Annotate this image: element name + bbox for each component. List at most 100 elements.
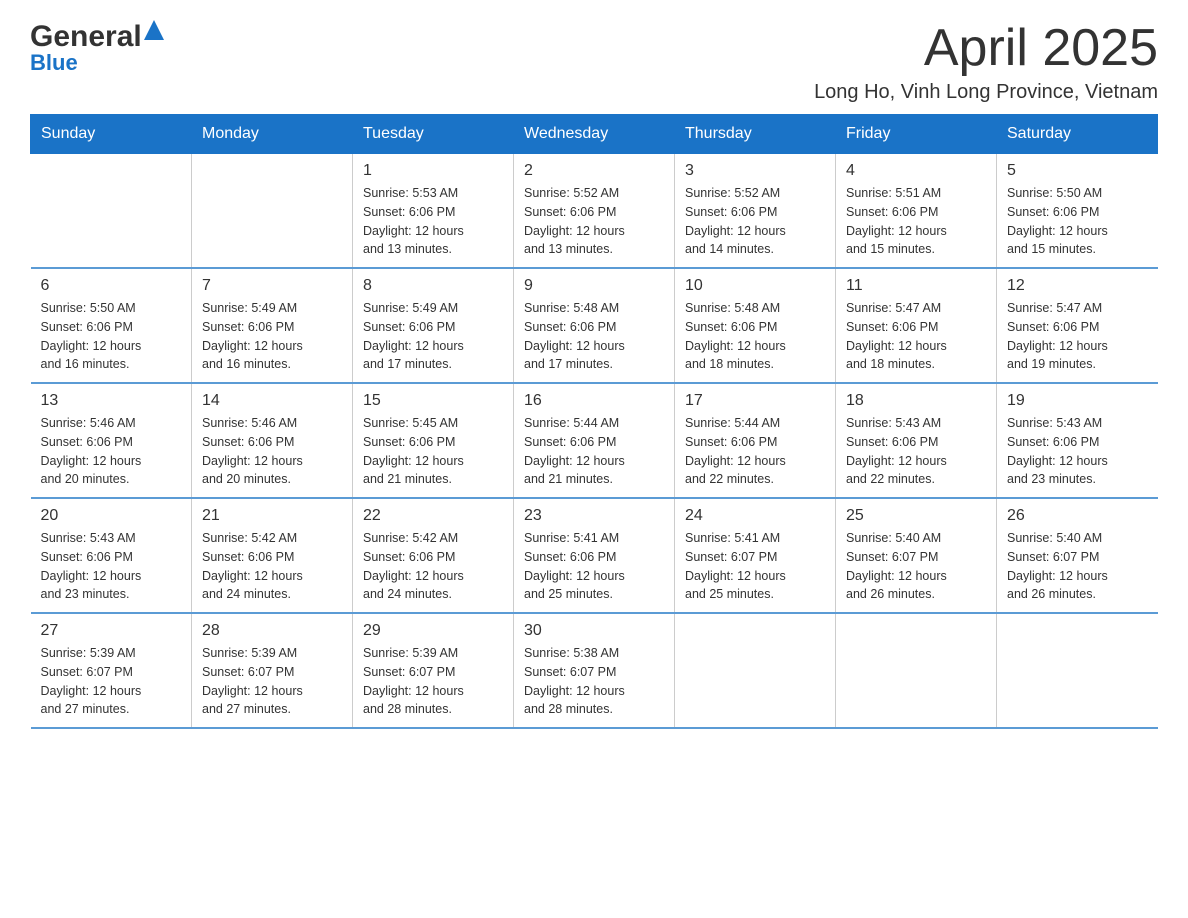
day-number: 7 bbox=[202, 277, 342, 295]
calendar-day-cell bbox=[997, 613, 1158, 728]
day-info: Sunrise: 5:39 AMSunset: 6:07 PMDaylight:… bbox=[41, 644, 182, 719]
calendar-table: Sunday Monday Tuesday Wednesday Thursday… bbox=[30, 114, 1158, 729]
day-info: Sunrise: 5:49 AMSunset: 6:06 PMDaylight:… bbox=[202, 299, 342, 374]
day-number: 19 bbox=[1007, 392, 1148, 410]
calendar-day-cell: 7 Sunrise: 5:49 AMSunset: 6:06 PMDaylight… bbox=[192, 268, 353, 383]
col-thursday: Thursday bbox=[675, 115, 836, 154]
calendar-week-row: 27 Sunrise: 5:39 AMSunset: 6:07 PMDayligh… bbox=[31, 613, 1158, 728]
day-info: Sunrise: 5:39 AMSunset: 6:07 PMDaylight:… bbox=[202, 644, 342, 719]
day-info: Sunrise: 5:44 AMSunset: 6:06 PMDaylight:… bbox=[685, 414, 825, 489]
calendar-day-cell: 4 Sunrise: 5:51 AMSunset: 6:06 PMDaylight… bbox=[836, 154, 997, 269]
day-info: Sunrise: 5:40 AMSunset: 6:07 PMDaylight:… bbox=[1007, 529, 1148, 604]
day-number: 4 bbox=[846, 162, 986, 180]
day-info: Sunrise: 5:50 AMSunset: 6:06 PMDaylight:… bbox=[41, 299, 182, 374]
calendar-day-cell bbox=[675, 613, 836, 728]
calendar-day-cell: 1 Sunrise: 5:53 AMSunset: 6:06 PMDaylight… bbox=[353, 154, 514, 269]
calendar-day-cell: 20 Sunrise: 5:43 AMSunset: 6:06 PMDayligh… bbox=[31, 498, 192, 613]
day-number: 20 bbox=[41, 507, 182, 525]
col-tuesday: Tuesday bbox=[353, 115, 514, 154]
day-number: 29 bbox=[363, 622, 503, 640]
calendar-day-cell bbox=[836, 613, 997, 728]
day-number: 30 bbox=[524, 622, 664, 640]
day-info: Sunrise: 5:41 AMSunset: 6:07 PMDaylight:… bbox=[685, 529, 825, 604]
day-info: Sunrise: 5:40 AMSunset: 6:07 PMDaylight:… bbox=[846, 529, 986, 604]
day-number: 27 bbox=[41, 622, 182, 640]
calendar-day-cell: 19 Sunrise: 5:43 AMSunset: 6:06 PMDayligh… bbox=[997, 383, 1158, 498]
calendar-day-cell: 28 Sunrise: 5:39 AMSunset: 6:07 PMDayligh… bbox=[192, 613, 353, 728]
calendar-day-cell: 21Sunrise: 5:42 AMSunset: 6:06 PMDayligh… bbox=[192, 498, 353, 613]
calendar-day-cell: 11Sunrise: 5:47 AMSunset: 6:06 PMDayligh… bbox=[836, 268, 997, 383]
calendar-day-cell: 17 Sunrise: 5:44 AMSunset: 6:06 PMDayligh… bbox=[675, 383, 836, 498]
calendar-day-cell: 12 Sunrise: 5:47 AMSunset: 6:06 PMDayligh… bbox=[997, 268, 1158, 383]
day-number: 14 bbox=[202, 392, 342, 410]
col-sunday: Sunday bbox=[31, 115, 192, 154]
col-friday: Friday bbox=[836, 115, 997, 154]
day-info: Sunrise: 5:42 AMSunset: 6:06 PMDaylight:… bbox=[202, 529, 342, 604]
col-wednesday: Wednesday bbox=[514, 115, 675, 154]
calendar-day-cell: 9 Sunrise: 5:48 AMSunset: 6:06 PMDaylight… bbox=[514, 268, 675, 383]
calendar-day-cell: 3Sunrise: 5:52 AMSunset: 6:06 PMDaylight… bbox=[675, 154, 836, 269]
calendar-day-cell: 24 Sunrise: 5:41 AMSunset: 6:07 PMDayligh… bbox=[675, 498, 836, 613]
calendar-day-cell: 14 Sunrise: 5:46 AMSunset: 6:06 PMDayligh… bbox=[192, 383, 353, 498]
calendar-day-cell: 10Sunrise: 5:48 AMSunset: 6:06 PMDayligh… bbox=[675, 268, 836, 383]
day-info: Sunrise: 5:46 AMSunset: 6:06 PMDaylight:… bbox=[41, 414, 182, 489]
day-info: Sunrise: 5:43 AMSunset: 6:06 PMDaylight:… bbox=[846, 414, 986, 489]
day-info: Sunrise: 5:43 AMSunset: 6:06 PMDaylight:… bbox=[1007, 414, 1148, 489]
day-info: Sunrise: 5:49 AMSunset: 6:06 PMDaylight:… bbox=[363, 299, 503, 374]
day-info: Sunrise: 5:48 AMSunset: 6:06 PMDaylight:… bbox=[524, 299, 664, 374]
day-number: 1 bbox=[363, 162, 503, 180]
logo-general-text: General bbox=[30, 20, 164, 54]
day-info: Sunrise: 5:47 AMSunset: 6:06 PMDaylight:… bbox=[1007, 299, 1148, 374]
day-number: 28 bbox=[202, 622, 342, 640]
calendar-day-cell bbox=[192, 154, 353, 269]
calendar-week-row: 13Sunrise: 5:46 AMSunset: 6:06 PMDayligh… bbox=[31, 383, 1158, 498]
calendar-week-row: 1 Sunrise: 5:53 AMSunset: 6:06 PMDaylight… bbox=[31, 154, 1158, 269]
calendar-week-row: 20 Sunrise: 5:43 AMSunset: 6:06 PMDayligh… bbox=[31, 498, 1158, 613]
calendar-day-cell: 5 Sunrise: 5:50 AMSunset: 6:06 PMDaylight… bbox=[997, 154, 1158, 269]
day-number: 26 bbox=[1007, 507, 1148, 525]
logo-blue-text: Blue bbox=[30, 50, 78, 76]
day-number: 8 bbox=[363, 277, 503, 295]
day-info: Sunrise: 5:41 AMSunset: 6:06 PMDaylight:… bbox=[524, 529, 664, 604]
calendar-day-cell: 30Sunrise: 5:38 AMSunset: 6:07 PMDayligh… bbox=[514, 613, 675, 728]
col-saturday: Saturday bbox=[997, 115, 1158, 154]
calendar-day-cell bbox=[31, 154, 192, 269]
calendar-day-cell: 22Sunrise: 5:42 AMSunset: 6:06 PMDayligh… bbox=[353, 498, 514, 613]
day-number: 25 bbox=[846, 507, 986, 525]
day-number: 23 bbox=[524, 507, 664, 525]
day-info: Sunrise: 5:51 AMSunset: 6:06 PMDaylight:… bbox=[846, 184, 986, 259]
day-number: 9 bbox=[524, 277, 664, 295]
calendar-day-cell: 2Sunrise: 5:52 AMSunset: 6:06 PMDaylight… bbox=[514, 154, 675, 269]
calendar-week-row: 6 Sunrise: 5:50 AMSunset: 6:06 PMDaylight… bbox=[31, 268, 1158, 383]
calendar-day-cell: 26 Sunrise: 5:40 AMSunset: 6:07 PMDayligh… bbox=[997, 498, 1158, 613]
day-info: Sunrise: 5:50 AMSunset: 6:06 PMDaylight:… bbox=[1007, 184, 1148, 259]
calendar-day-cell: 18 Sunrise: 5:43 AMSunset: 6:06 PMDayligh… bbox=[836, 383, 997, 498]
day-number: 18 bbox=[846, 392, 986, 410]
day-number: 6 bbox=[41, 277, 182, 295]
calendar-day-cell: 25 Sunrise: 5:40 AMSunset: 6:07 PMDayligh… bbox=[836, 498, 997, 613]
calendar-day-cell: 6 Sunrise: 5:50 AMSunset: 6:06 PMDaylight… bbox=[31, 268, 192, 383]
calendar-day-cell: 29Sunrise: 5:39 AMSunset: 6:07 PMDayligh… bbox=[353, 613, 514, 728]
day-number: 5 bbox=[1007, 162, 1148, 180]
day-number: 11 bbox=[846, 277, 986, 295]
day-number: 15 bbox=[363, 392, 503, 410]
day-number: 3 bbox=[685, 162, 825, 180]
calendar-day-cell: 15Sunrise: 5:45 AMSunset: 6:06 PMDayligh… bbox=[353, 383, 514, 498]
day-info: Sunrise: 5:44 AMSunset: 6:06 PMDaylight:… bbox=[524, 414, 664, 489]
day-number: 12 bbox=[1007, 277, 1148, 295]
month-title: April 2025 bbox=[814, 20, 1158, 77]
day-info: Sunrise: 5:48 AMSunset: 6:06 PMDaylight:… bbox=[685, 299, 825, 374]
day-info: Sunrise: 5:43 AMSunset: 6:06 PMDaylight:… bbox=[41, 529, 182, 604]
calendar-day-cell: 8 Sunrise: 5:49 AMSunset: 6:06 PMDaylight… bbox=[353, 268, 514, 383]
location-title: Long Ho, Vinh Long Province, Vietnam bbox=[814, 81, 1158, 104]
day-info: Sunrise: 5:46 AMSunset: 6:06 PMDaylight:… bbox=[202, 414, 342, 489]
calendar-header-row: Sunday Monday Tuesday Wednesday Thursday… bbox=[31, 115, 1158, 154]
day-number: 24 bbox=[685, 507, 825, 525]
page-header: General Blue April 2025 Long Ho, Vinh Lo… bbox=[30, 20, 1158, 104]
day-info: Sunrise: 5:52 AMSunset: 6:06 PMDaylight:… bbox=[524, 184, 664, 259]
day-info: Sunrise: 5:53 AMSunset: 6:06 PMDaylight:… bbox=[363, 184, 503, 259]
day-number: 17 bbox=[685, 392, 825, 410]
calendar-day-cell: 23 Sunrise: 5:41 AMSunset: 6:06 PMDayligh… bbox=[514, 498, 675, 613]
col-monday: Monday bbox=[192, 115, 353, 154]
day-number: 22 bbox=[363, 507, 503, 525]
